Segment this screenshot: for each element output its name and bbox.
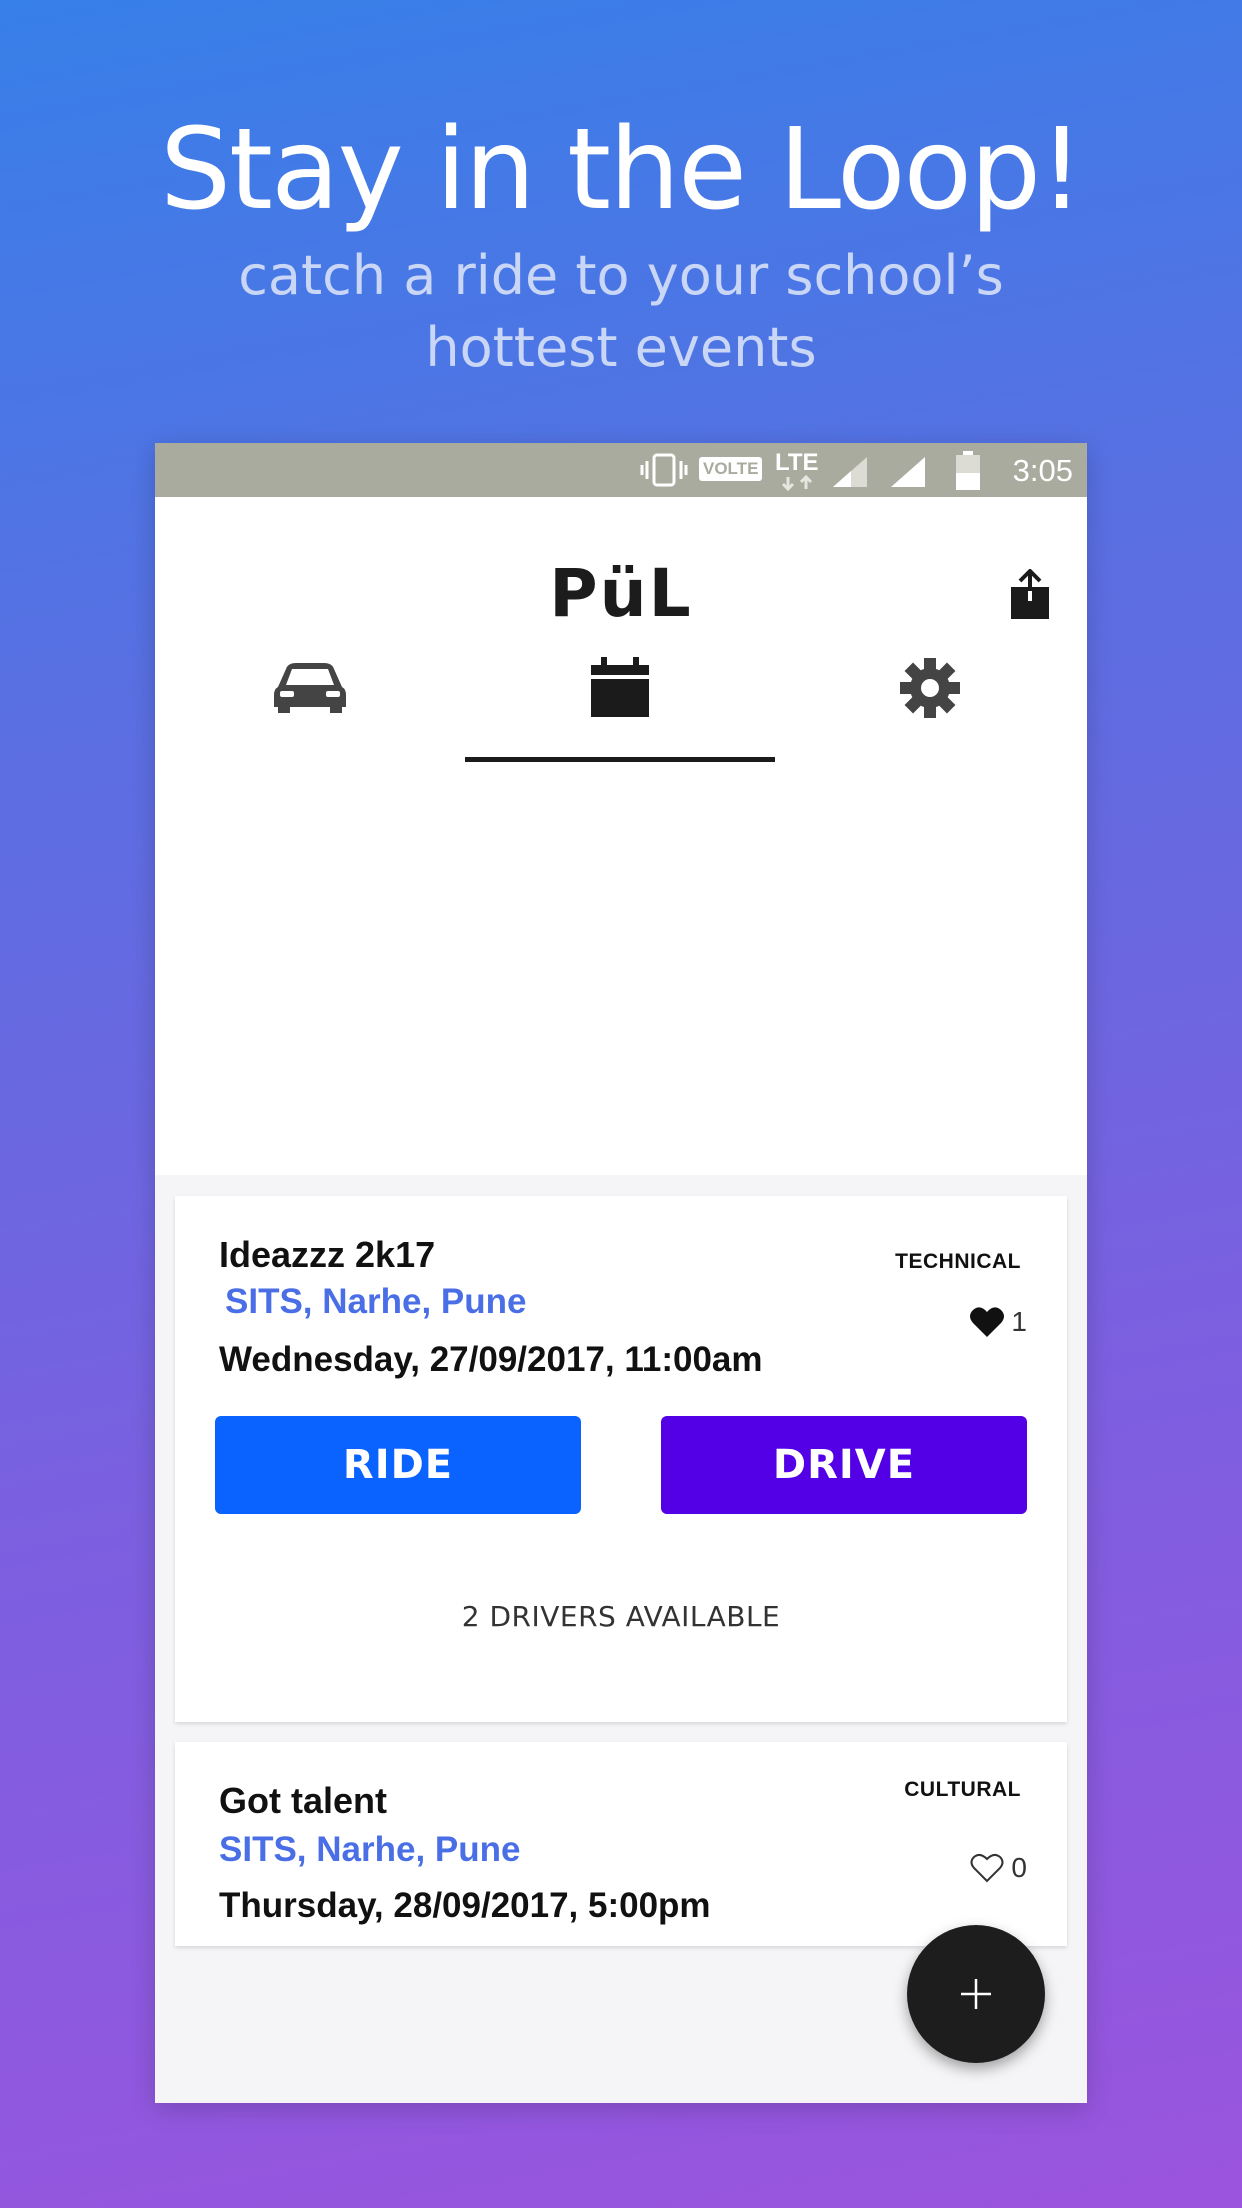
like-count: 0: [1011, 1852, 1027, 1883]
tab-bar: [155, 623, 1087, 763]
add-event-button[interactable]: [907, 1925, 1045, 2063]
app-header: PüL: [155, 497, 1087, 1175]
event-card[interactable]: Got talent CULTURAL SITS, Narhe, Pune 0 …: [175, 1742, 1067, 1946]
heart-filled-icon: [970, 1307, 1005, 1337]
volte-badge: VOLTE: [699, 457, 763, 481]
event-title: Ideazzz 2k17: [219, 1234, 436, 1275]
drive-button[interactable]: DRIVE: [661, 1416, 1027, 1514]
share-button[interactable]: [1009, 568, 1051, 621]
event-datetime: Wednesday, 27/09/2017, 11:00am: [219, 1340, 763, 1379]
app-logo: PüL: [549, 555, 693, 632]
status-bar: VOLTE LTE 3:05: [155, 443, 1087, 497]
heart-outline-icon: [970, 1853, 1004, 1883]
event-location: SITS, Narhe, Pune: [219, 1830, 521, 1869]
calendar-icon: [591, 657, 649, 717]
signal-1-icon: [833, 457, 867, 487]
lte-label: LTE: [775, 449, 819, 476]
event-title: Got talent: [219, 1780, 387, 1821]
car-icon: [274, 663, 346, 713]
event-category: TECHNICAL: [895, 1250, 1021, 1273]
hero-title: Stay in the Loop!: [159, 105, 1084, 235]
like-button[interactable]: 0: [969, 1852, 1027, 1884]
like-button[interactable]: 1: [969, 1306, 1027, 1338]
ride-button[interactable]: RIDE: [215, 1416, 581, 1514]
tab-indicator: [465, 757, 775, 762]
gear-icon: [900, 658, 960, 718]
event-location: SITS, Narhe, Pune: [225, 1282, 527, 1321]
signal-2-icon: [891, 457, 925, 487]
event-card[interactable]: Ideazzz 2k17 TECHNICAL SITS, Narhe, Pune…: [175, 1196, 1067, 1722]
tab-events[interactable]: [465, 623, 775, 763]
event-category: CULTURAL: [904, 1778, 1021, 1801]
plus-icon: [961, 1979, 991, 2009]
vibrate-icon: [640, 453, 688, 487]
hero-subtitle-line-2: hottest events: [425, 316, 817, 379]
event-datetime: Thursday, 28/09/2017, 5:00pm: [219, 1886, 711, 1925]
status-time: 3:05: [1012, 453, 1073, 488]
drivers-available: 2 DRIVERS AVAILABLE: [461, 1600, 781, 1633]
tab-settings[interactable]: [775, 623, 1085, 763]
battery-icon: [956, 451, 980, 490]
tab-rides[interactable]: [155, 623, 465, 763]
hero-subtitle: catch a ride to your school’s hottest ev…: [0, 240, 1242, 384]
like-count: 1: [1011, 1306, 1027, 1337]
share-icon: [1011, 568, 1049, 619]
lte-arrows-icon: [781, 475, 813, 491]
phone-screen: VOLTE LTE 3:05 PüL Ideazzz 2k17 TECHNICA…: [155, 443, 1087, 2103]
hero-subtitle-line-1: catch a ride to your school’s: [238, 244, 1004, 307]
